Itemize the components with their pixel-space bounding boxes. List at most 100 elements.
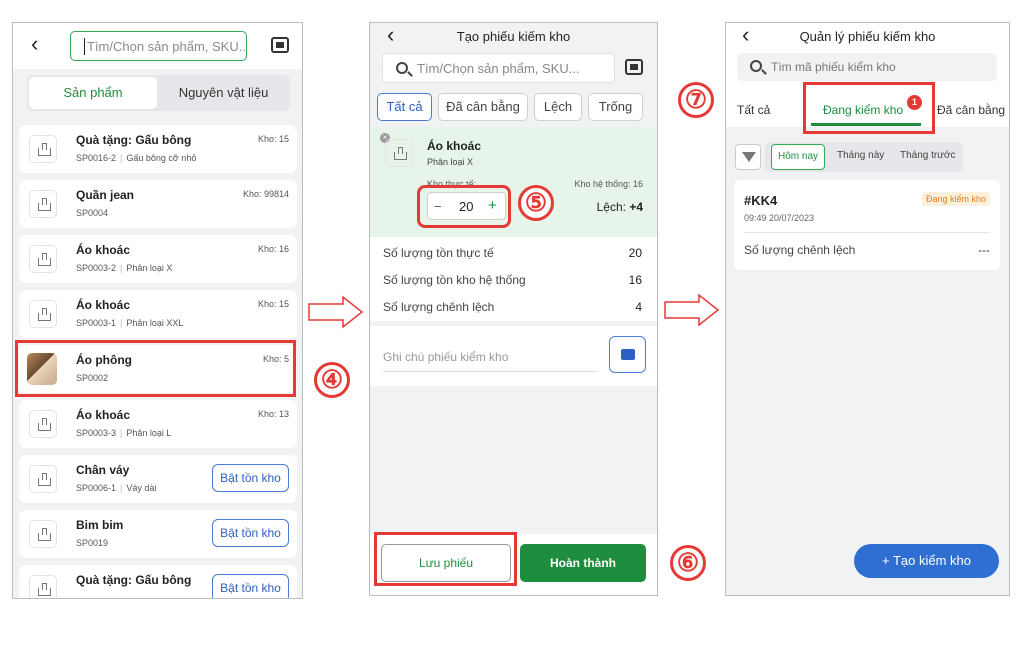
note-underline [383, 371, 597, 372]
product-row[interactable]: Áo khoác SP0003-3 | Phân loại L Kho: 13 [19, 400, 297, 448]
step-number-4: ④ [314, 362, 350, 398]
product-stock: Kho: 15 [257, 299, 289, 309]
difference-value: --- [978, 243, 990, 257]
range-today[interactable]: Hôm nay [771, 144, 825, 170]
product-name: Áo khoác [76, 243, 131, 257]
filter-trong[interactable]: Trống [588, 93, 643, 121]
search-input[interactable]: Tìm mã phiếu kiểm kho [737, 53, 997, 81]
summary-row: Số lượng tồn thực tế 20 [383, 246, 642, 260]
product-stock: Kho: 15 [257, 134, 289, 144]
product-name: Áo khoác [76, 408, 131, 422]
page-title: Quản lý phiếu kiếm kho [799, 29, 936, 44]
summary-row: Số lượng chênh lệch 4 [383, 300, 642, 314]
note-section: Ghi chú phiếu kiểm kho [370, 326, 657, 386]
filter-da-can-bang[interactable]: Đã cân bằng [438, 93, 528, 121]
search-input[interactable]: Tìm/Chọn sản phẩm, SKU... [70, 31, 247, 61]
stocktake-time: 09:49 20/07/2023 [744, 213, 815, 223]
product-sku: SP0016-2 | Gấu bông cỡ nhỏ [76, 153, 197, 163]
product-placeholder-icon [29, 410, 57, 438]
search-placeholder: Tìm mã phiếu kiểm kho [771, 60, 896, 74]
product-placeholder-icon [29, 465, 57, 493]
step-number-7: ⑦ [678, 82, 714, 118]
product-placeholder-icon [29, 245, 57, 273]
page-title: Tạo phiếu kiếm kho [456, 29, 571, 44]
create-stocktake-button[interactable]: + Tạo kiểm kho [854, 544, 999, 578]
item-name: Áo khoác [427, 139, 482, 153]
product-row[interactable]: Áo khoác SP0003-2 | Phân loại X Kho: 16 [19, 235, 297, 283]
product-placeholder-icon [29, 575, 57, 598]
search-placeholder: Tìm/Chọn sản phẩm, SKU... [87, 39, 247, 54]
product-placeholder-icon [29, 520, 57, 548]
highlight-box-step-6 [374, 532, 517, 586]
difference-label: Số lượng chênh lệch [744, 243, 856, 257]
barcode-scan-icon[interactable] [271, 37, 289, 53]
range-last-month[interactable]: Tháng trước [900, 150, 956, 161]
filter-lech[interactable]: Lệch [534, 93, 582, 121]
product-row[interactable]: Áo khoác SP0003-1 | Phân loại XXL Kho: 15 [19, 290, 297, 338]
back-icon[interactable] [31, 33, 38, 55]
product-row[interactable]: Chân váy SP0006-1 | Váy dài Bật tồn kho [19, 455, 297, 503]
product-row[interactable]: Quà tặng: Gấu bông Bật tồn kho [19, 565, 297, 598]
barcode-scan-icon[interactable] [625, 59, 643, 75]
tab-da-can-bang[interactable]: Đã cân bằng k [937, 103, 1009, 117]
product-sku: SP0003-2 | Phân loại X [76, 263, 173, 273]
create-stocktake-screen: Tạo phiếu kiếm kho Tìm/Chọn sản phẩm, SK… [369, 22, 658, 596]
stocktake-summary: Số lượng tồn thực tế 20 Số lượng tồn kho … [370, 237, 657, 321]
tab-san-pham[interactable]: Sản phẩm [29, 77, 157, 109]
highlight-box-step-7 [803, 82, 935, 134]
arrow-right-icon [308, 295, 364, 329]
product-name: Áo khoác [76, 298, 131, 312]
tab-nguyen-vat-lieu[interactable]: Nguyên vật liệu [159, 77, 288, 109]
product-row[interactable]: Quần jean SP0004 Kho: 99814 [19, 180, 297, 228]
product-name: Bim bim [76, 518, 124, 532]
complete-button[interactable]: Hoàn thành [520, 544, 646, 582]
stocktake-item: × Áo khoác Phân loại X Kho thực tế: Kho … [370, 127, 657, 237]
note-input[interactable]: Ghi chú phiếu kiểm kho [383, 350, 508, 364]
product-placeholder-icon [29, 190, 57, 218]
search-placeholder: Tìm/Chọn sản phẩm, SKU... [417, 61, 580, 76]
stocktake-code: #KK4 [744, 193, 778, 208]
product-row[interactable]: Quà tặng: Gấu bông SP0016-2 | Gấu bông cỡ … [19, 125, 297, 173]
enable-stock-button[interactable]: Bật tồn kho [212, 519, 289, 547]
product-sku: SP0004 [76, 208, 109, 218]
product-placeholder-icon [29, 135, 57, 163]
search-input[interactable]: Tìm/Chọn sản phẩm, SKU... [382, 53, 615, 83]
product-stock: Kho: 13 [257, 409, 289, 419]
divider [744, 232, 990, 233]
tab-tat-ca[interactable]: Tất cả [737, 103, 770, 117]
product-name: Quà tặng: Gấu bông [76, 573, 192, 587]
filter-tat-ca[interactable]: Tất cả [377, 93, 432, 121]
header: Tìm/Chọn sản phẩm, SKU... [13, 23, 302, 69]
arrow-right-icon [664, 293, 720, 327]
range-this-month[interactable]: Tháng này [837, 150, 884, 161]
step-number-5: ⑤ [518, 185, 554, 221]
product-stock: Kho: 16 [257, 244, 289, 254]
plus-icon: + [881, 553, 890, 568]
product-row[interactable]: Bim bim SP0019 Bật tồn kho [19, 510, 297, 558]
product-placeholder-icon [29, 300, 57, 328]
product-placeholder-icon [385, 139, 413, 167]
product-sku: SP0003-3 | Phân loại L [76, 428, 172, 438]
text-caret [84, 38, 85, 55]
enable-stock-button[interactable]: Bật tồn kho [212, 574, 289, 598]
product-name: Quần jean [76, 188, 135, 202]
stocktake-card[interactable]: #KK4 09:49 20/07/2023 Đang kiểm kho Số l… [734, 180, 1000, 270]
product-sku: SP0003-1 | Phân loại XXL [76, 318, 184, 328]
product-picker-screen: Tìm/Chọn sản phẩm, SKU... Sản phẩm Nguyê… [12, 22, 303, 599]
highlight-box-step-4 [15, 340, 296, 397]
difference: Lệch: +4 [596, 200, 643, 214]
summary-row: Số lượng tồn kho hệ thống 16 [383, 273, 642, 287]
status-badge: Đang kiểm kho [921, 192, 990, 206]
system-stock-label: Kho hệ thống: 16 [574, 179, 643, 189]
product-sku: SP0006-1 | Váy dài [76, 483, 157, 493]
search-icon [750, 60, 762, 72]
create-stocktake-label: Tạo kiểm kho [892, 553, 972, 568]
product-name: Chân váy [76, 463, 130, 477]
highlight-box-step-5 [417, 185, 511, 228]
product-name: Quà tặng: Gấu bông [76, 133, 192, 147]
filter-icon[interactable] [735, 144, 761, 170]
image-icon[interactable] [609, 336, 646, 373]
product-stock: Kho: 99814 [242, 189, 289, 199]
enable-stock-button[interactable]: Bật tồn kho [212, 464, 289, 492]
product-sku: SP0019 [76, 538, 109, 548]
